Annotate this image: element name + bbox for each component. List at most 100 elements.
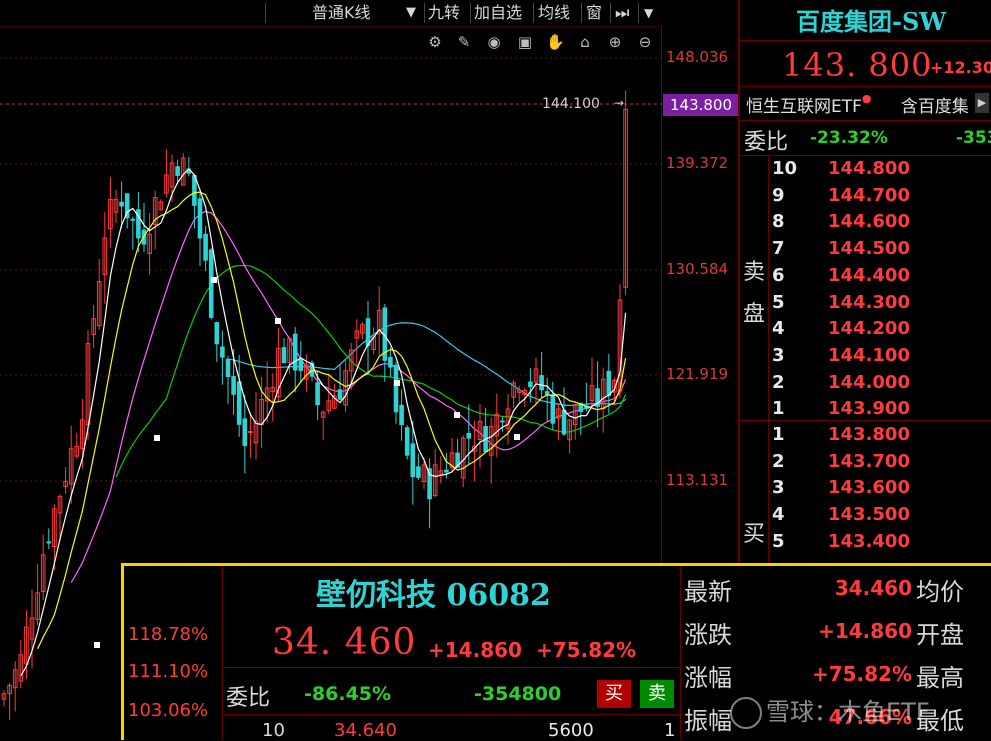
- row-divider: [740, 155, 991, 156]
- fast-forward-icon[interactable]: ⏭: [615, 2, 629, 24]
- pct-tick: 118.78%: [128, 624, 209, 645]
- candle-body: [315, 382, 320, 406]
- candle-body: [561, 409, 567, 435]
- ma30-path: [115, 264, 627, 478]
- toolbar-divider: [533, 3, 534, 23]
- stat-value: +75.82%: [811, 662, 912, 686]
- ask-price[interactable]: 143.900: [828, 398, 910, 419]
- candle-body: [203, 233, 208, 261]
- stat-value: +14.860: [818, 619, 912, 643]
- ask-price[interactable]: 144.100: [828, 345, 910, 366]
- toolbar-divider: [610, 3, 611, 23]
- candle-body: [220, 346, 225, 358]
- candle-body: [466, 432, 472, 439]
- ask-level: 9: [772, 184, 785, 206]
- chevron-right-icon[interactable]: ▶: [975, 93, 989, 113]
- buy-button[interactable]: 买: [597, 680, 631, 708]
- high-marker-label: 144.100: [542, 96, 600, 112]
- ask-price[interactable]: 144.400: [828, 265, 910, 286]
- candle-body: [416, 466, 421, 478]
- signal-marker: [514, 434, 520, 440]
- bid-price[interactable]: 143.600: [828, 477, 910, 498]
- stock-title: 百度集团-SW: [796, 7, 947, 36]
- y-tick: 139.372: [666, 154, 729, 172]
- bid-level: 1: [772, 424, 785, 445]
- book-count: 1: [664, 720, 676, 741]
- related-etf-link[interactable]: 恒生互联网ETF● 含百度集: [746, 92, 969, 117]
- ask-level: 3: [772, 344, 785, 366]
- y-tick: 113.131: [666, 471, 729, 489]
- kline-type-select[interactable]: 普通K线: [312, 2, 371, 24]
- chevron-down-icon[interactable]: ▼: [644, 2, 653, 24]
- window-button[interactable]: 窗: [586, 2, 602, 24]
- stat-value: 34.460: [834, 576, 912, 600]
- y-tick: 121.919: [666, 365, 729, 383]
- ask-level: 8: [772, 211, 785, 233]
- sell-button[interactable]: 卖: [640, 680, 674, 708]
- candle-body: [399, 404, 404, 426]
- book-level: 10: [262, 720, 285, 741]
- candle-body: [225, 358, 231, 378]
- candle-body: [393, 364, 399, 413]
- bid-price[interactable]: 143.700: [828, 451, 910, 472]
- candle-body: [248, 431, 253, 434]
- moving-average-button[interactable]: 均线: [538, 2, 570, 24]
- stock-change: +12.30: [930, 58, 991, 77]
- arrow-icon: →: [614, 96, 624, 110]
- stat-label: 最高: [916, 664, 964, 692]
- add-watchlist-button[interactable]: 加自选: [474, 2, 522, 24]
- popup-divider: [222, 667, 680, 668]
- nine-turn-button[interactable]: 九转: [428, 2, 460, 24]
- candle-body: [242, 418, 248, 447]
- candle-body: [46, 541, 52, 544]
- bid-price[interactable]: 143.400: [828, 531, 910, 552]
- candle-body: [214, 322, 220, 345]
- snowball-logo-icon: [730, 697, 762, 729]
- ask-level: 7: [772, 238, 785, 260]
- ma30-line: [115, 264, 627, 478]
- ask-level: 2: [772, 371, 785, 393]
- last-price-tag: 143.800: [663, 94, 739, 116]
- bid-price[interactable]: 143.800: [828, 424, 910, 445]
- weibi-count: -353: [956, 128, 991, 148]
- candle-body: [500, 420, 505, 423]
- chart-toolbar: 普通K线 ▼ 九转 加自选 均线 窗 ⏭ ▼: [0, 0, 662, 27]
- watermark: 雪球：木鱼ETF: [730, 692, 930, 729]
- signal-marker: [275, 318, 281, 324]
- ask-price[interactable]: 144.300: [828, 292, 910, 313]
- candle-body: [197, 198, 203, 239]
- y-tick: 130.584: [666, 260, 729, 278]
- popup-weibi-label: 委比: [226, 686, 271, 711]
- bid-level: 2: [772, 450, 785, 472]
- ask-level: 10: [772, 158, 798, 179]
- etf-label: 恒生互联网ETF: [746, 97, 862, 117]
- weibi-value: -23.32%: [810, 128, 888, 148]
- chevron-down-icon[interactable]: ▼: [406, 2, 416, 24]
- signal-marker: [211, 277, 217, 283]
- ask-price[interactable]: 144.600: [828, 211, 910, 232]
- row-divider: [740, 420, 991, 421]
- popup-weibi-count: -354800: [474, 683, 562, 705]
- bid-price[interactable]: 143.500: [828, 504, 910, 525]
- ask-price[interactable]: 144.700: [828, 185, 910, 206]
- signal-marker: [394, 380, 400, 386]
- signal-marker: [94, 642, 100, 648]
- toolbar-divider: [470, 3, 471, 23]
- ask-level: 4: [772, 318, 785, 340]
- etf-label-right: 含百度集: [900, 97, 969, 117]
- candle-body: [231, 376, 236, 395]
- book-volume: 5600: [548, 720, 594, 741]
- candle-body: [365, 318, 371, 347]
- ask-price[interactable]: 144.200: [828, 318, 910, 339]
- ask-price[interactable]: 144.000: [828, 372, 910, 393]
- toolbar-divider: [638, 3, 639, 23]
- bid-level: 4: [772, 504, 785, 526]
- pct-tick: 103.06%: [128, 700, 209, 721]
- bid-level: 3: [772, 477, 785, 499]
- candle-body: [606, 370, 612, 397]
- bid-level: 5: [772, 530, 785, 552]
- ask-price[interactable]: 144.800: [828, 158, 910, 179]
- toolbar-divider: [265, 3, 266, 23]
- ask-price[interactable]: 144.500: [828, 238, 910, 259]
- candle-body: [528, 381, 533, 388]
